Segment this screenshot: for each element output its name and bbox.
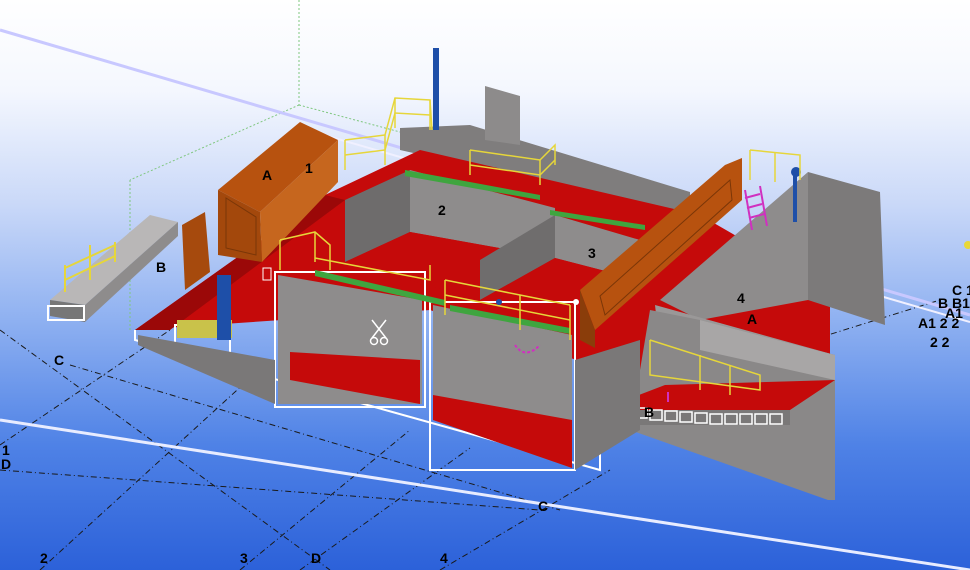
timber-panel-small <box>182 212 210 290</box>
grid-label-b-mid: B <box>644 404 654 420</box>
grid-label-3-bottom: 3 <box>240 550 248 566</box>
wall-label-1: 1 <box>305 160 313 176</box>
grid-label-c-bottom: C <box>538 498 548 514</box>
wall-label-a-right: A <box>747 311 757 327</box>
offscreen-object <box>964 241 970 249</box>
grid-label-2-bottom: 2 <box>40 550 48 566</box>
model-viewport[interactable]: C B 1 D 2 3 D 4 C B A 1 2 3 4 A C 1 B B1… <box>0 0 970 570</box>
grid-label-d-bottom: D <box>311 550 321 566</box>
grid-label-d-edge: D <box>1 456 11 472</box>
wall-label-a-left: A <box>262 167 272 183</box>
model-3d-scene[interactable]: C B 1 D 2 3 D 4 C B A 1 2 3 4 A C 1 B B1… <box>0 0 970 570</box>
grid-label-4-bottom: 4 <box>440 550 448 566</box>
grid-label-22-right: 2 2 <box>930 334 950 350</box>
room-label-2: 2 <box>438 202 446 218</box>
grid-label-b-left: B <box>156 259 166 275</box>
grid-label-c-left: C <box>54 352 64 368</box>
room-label-4: 4 <box>737 290 745 306</box>
grid-label-a1-22-right: A1 2 2 <box>918 315 959 331</box>
room-label-3: 3 <box>588 245 596 261</box>
